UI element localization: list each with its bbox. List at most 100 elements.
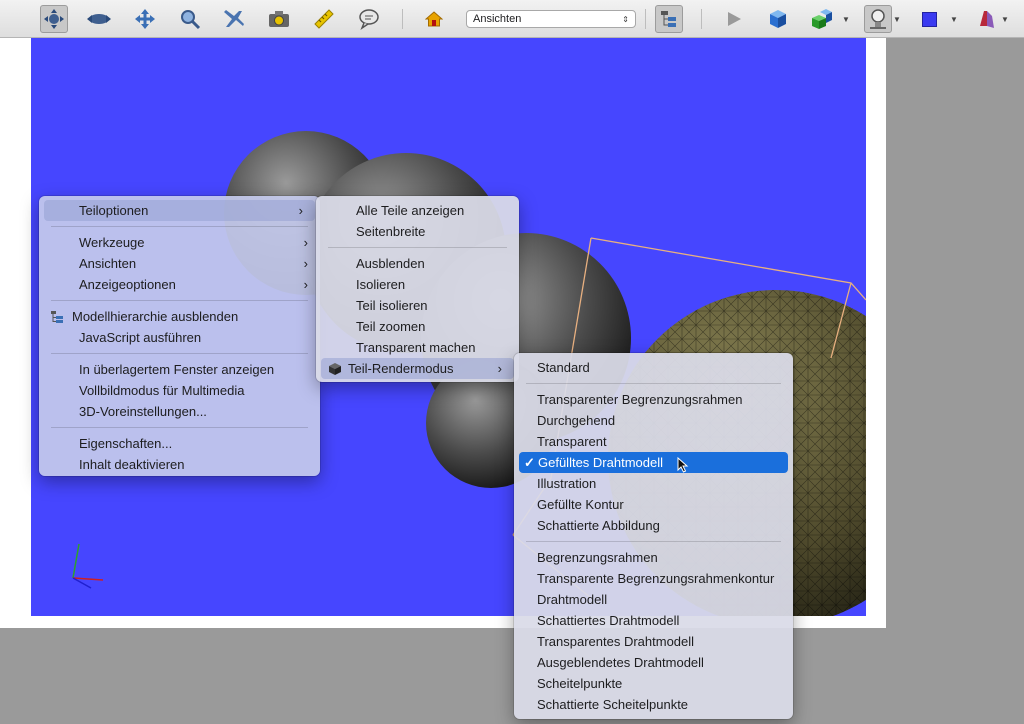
menu-item-label: JavaScript ausführen: [79, 330, 202, 345]
measure-icon: [314, 9, 334, 29]
chevron-down-icon[interactable]: ▼: [893, 15, 901, 24]
cross-section-button[interactable]: [973, 5, 1001, 33]
chevron-right-icon: ›: [497, 361, 502, 376]
home-view-button[interactable]: [420, 5, 448, 33]
home-icon: [425, 11, 443, 27]
menu-item-label: Schattierte Scheitelpunkte: [537, 697, 689, 712]
lighting-button[interactable]: [864, 5, 892, 33]
model-tree-icon: [661, 11, 676, 27]
menu-item-shaded-vertices[interactable]: Schattierte Scheitelpunkte: [514, 694, 793, 715]
menu-item-label: Ansichten: [79, 256, 137, 271]
render-mode-submenu: Standard Transparenter Begrenzungsrahmen…: [514, 353, 793, 719]
menu-item-label: Eigenschaften...: [79, 436, 173, 451]
menu-item-transparent[interactable]: Transparent: [514, 431, 793, 452]
pan-tool-button[interactable]: [131, 5, 159, 33]
menu-item-label: Gefüllte Kontur: [537, 497, 624, 512]
menu-item-solid[interactable]: Durchgehend: [514, 410, 793, 431]
menu-item-3d-preferences[interactable]: 3D-Voreinstellungen...: [39, 401, 320, 422]
menu-item-werkzeuge[interactable]: Werkzeuge ›: [39, 232, 320, 253]
menu-item-isolate-part[interactable]: Teil isolieren: [316, 295, 519, 316]
comment-icon: [359, 9, 379, 30]
spin-icon: [87, 14, 111, 24]
comment-tool-button[interactable]: [355, 5, 383, 33]
menu-item-label: Transparent machen: [356, 340, 476, 355]
menu-item-label: Standard: [537, 360, 590, 375]
menu-item-transparent-bounding-box[interactable]: Transparenter Begrenzungsrahmen: [514, 389, 793, 410]
chevron-right-icon: ›: [303, 277, 308, 292]
menu-item-isolate[interactable]: Isolieren: [316, 274, 519, 295]
menu-item-hide[interactable]: Ausblenden: [316, 253, 519, 274]
menu-item-label: Transparentes Drahtmodell: [537, 634, 695, 649]
fly-tool-button[interactable]: [220, 5, 248, 33]
menu-separator: [51, 427, 308, 428]
menu-item-label: Anzeigeoptionen: [79, 277, 176, 292]
menu-item-show-all-parts[interactable]: Alle Teile anzeigen: [316, 200, 519, 221]
menu-item-label: Teil isolieren: [356, 298, 428, 313]
camera-tool-button[interactable]: [265, 5, 293, 33]
chevron-down-icon[interactable]: ▼: [1001, 15, 1009, 24]
menu-item-fullscreen[interactable]: Vollbildmodus für Multimedia: [39, 380, 320, 401]
rotate-icon: [44, 9, 64, 29]
fly-icon: [224, 10, 244, 27]
toolbar-separator: [701, 9, 702, 29]
menu-item-part-render-mode[interactable]: Teil-Rendermodus ›: [321, 358, 514, 379]
context-menu: Teiloptionen › Werkzeuge › Ansichten › A…: [39, 196, 320, 476]
menu-item-wireframe[interactable]: Drahtmodell: [514, 589, 793, 610]
menu-item-label: Illustration: [537, 476, 597, 491]
menu-item-zoom-part[interactable]: Teil zoomen: [316, 316, 519, 337]
menu-item-vertices[interactable]: Scheitelpunkte: [514, 673, 793, 694]
chevron-down-icon[interactable]: ▼: [950, 15, 958, 24]
menu-item-properties[interactable]: Eigenschaften...: [39, 433, 320, 454]
menu-separator: [51, 300, 308, 301]
toolbar-separator: [402, 9, 403, 29]
menu-item-label: Begrenzungsrahmen: [537, 550, 658, 565]
toolbar: Ansichten ⇕ ▼ ▼ ▼ ▼: [0, 0, 1024, 38]
menu-item-transparent-wireframe[interactable]: Transparentes Drahtmodell: [514, 631, 793, 652]
rotate-tool-button[interactable]: [40, 5, 68, 33]
menu-item-shaded-wireframe[interactable]: Schattiertes Drahtmodell: [514, 610, 793, 631]
menu-item-label: Transparenter Begrenzungsrahmen: [537, 392, 743, 407]
menu-item-label: Drahtmodell: [537, 592, 608, 607]
menu-item-filled-wireframe[interactable]: ✓ Gefülltes Drahtmodell: [519, 452, 788, 473]
chevron-down-icon[interactable]: ▼: [842, 15, 850, 24]
background-color-swatch-icon: [921, 11, 937, 27]
menu-item-label: Teiloptionen: [79, 203, 149, 218]
menu-item-standard[interactable]: Standard: [514, 357, 793, 378]
cross-section-icon: [980, 11, 994, 28]
zoom-tool-button[interactable]: [176, 5, 204, 33]
menu-item-filled-contour[interactable]: Gefüllte Kontur: [514, 494, 793, 515]
measure-tool-button[interactable]: [310, 5, 338, 33]
menu-separator: [51, 226, 308, 227]
menu-item-label: Durchgehend: [537, 413, 616, 428]
menu-item-teiloptionen[interactable]: Teiloptionen ›: [44, 200, 315, 221]
menu-item-modellhierarchie[interactable]: Modellhierarchie ausblenden: [39, 306, 320, 327]
menu-item-shaded-illustration[interactable]: Schattierte Abbildung: [514, 515, 793, 536]
model-tree-toggle-button[interactable]: [655, 5, 683, 33]
menu-item-illustration[interactable]: Illustration: [514, 473, 793, 494]
menu-item-disable-content[interactable]: Inhalt deaktivieren: [39, 454, 320, 475]
chevron-right-icon: ›: [303, 235, 308, 250]
menu-item-label: Modellhierarchie ausblenden: [72, 309, 239, 324]
mouse-cursor-icon: [677, 457, 689, 473]
cube-icon: [329, 363, 341, 375]
menu-item-javascript[interactable]: JavaScript ausführen: [39, 327, 320, 348]
menu-item-transparent-bounding-box-outline[interactable]: Transparente Begrenzungsrahmenkontur: [514, 568, 793, 589]
play-animation-button[interactable]: [720, 5, 748, 33]
toolbar-separator: [645, 9, 646, 29]
render-mode-button[interactable]: [808, 5, 836, 33]
menu-item-label: Transparente Begrenzungsrahmenkontur: [537, 571, 775, 586]
spin-tool-button[interactable]: [85, 5, 113, 33]
menu-item-hidden-wireframe[interactable]: Ausgeblendetes Drahtmodell: [514, 652, 793, 673]
menu-item-page-width[interactable]: Seitenbreite: [316, 221, 519, 242]
views-dropdown[interactable]: Ansichten ⇕: [466, 10, 636, 28]
menu-item-make-transparent[interactable]: Transparent machen: [316, 337, 519, 358]
menu-item-overlay-window[interactable]: In überlagertem Fenster anzeigen: [39, 359, 320, 380]
projection-button[interactable]: [764, 5, 792, 33]
chevron-right-icon: ›: [298, 203, 303, 218]
menu-item-anzeigeoptionen[interactable]: Anzeigeoptionen ›: [39, 274, 320, 295]
background-color-button[interactable]: [915, 5, 943, 33]
menu-item-label: Teil-Rendermodus: [348, 361, 454, 376]
menu-item-bounding-box[interactable]: Begrenzungsrahmen: [514, 547, 793, 568]
menu-item-ansichten[interactable]: Ansichten ›: [39, 253, 320, 274]
axis-triad-icon: [72, 543, 104, 589]
